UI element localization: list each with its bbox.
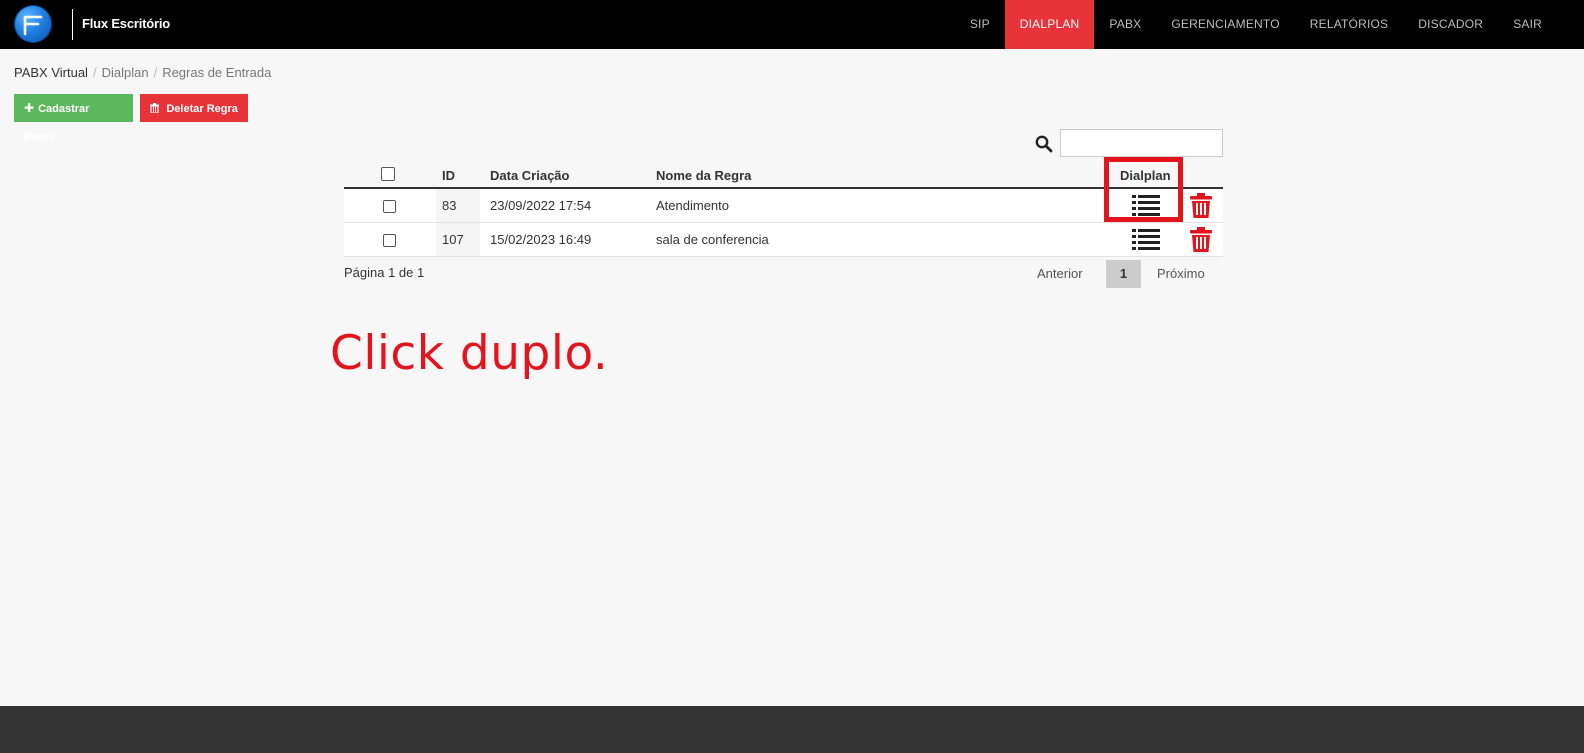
search-icon[interactable] <box>1035 135 1053 158</box>
search-input[interactable] <box>1060 129 1223 157</box>
main-nav: SIP DIALPLAN PABX GERENCIAMENTO RELATÓRI… <box>955 0 1584 49</box>
table-header: ID Data Criação Nome da Regra Dialplan <box>344 160 1223 189</box>
cell-id: 107 <box>442 232 464 247</box>
annotation-text: Click duplo. <box>330 326 609 381</box>
table-row[interactable]: 83 23/09/2022 17:54 Atendimento <box>344 189 1223 223</box>
page-footer <box>0 706 1584 753</box>
app-brand[interactable]: Flux Escritório <box>82 16 170 31</box>
breadcrumb-separator: / <box>153 65 158 80</box>
top-navbar: Flux Escritório SIP DIALPLAN PABX GERENC… <box>0 0 1584 49</box>
cell-id: 83 <box>442 198 457 213</box>
delete-row-trash-icon[interactable] <box>1190 227 1212 257</box>
select-all-checkbox[interactable] <box>381 167 395 181</box>
breadcrumb-item-pabx-virtual[interactable]: PABX Virtual <box>14 65 88 80</box>
add-rule-button[interactable]: ✚ Cadastrar Regra <box>14 94 133 143</box>
cell-name: Atendimento <box>656 198 729 213</box>
breadcrumb-item-dialplan[interactable]: Dialplan <box>102 65 149 80</box>
flux-logo-icon[interactable] <box>14 5 52 43</box>
nav-item-gerenciamento[interactable]: GERENCIAMENTO <box>1156 0 1294 49</box>
trash-icon <box>150 101 162 115</box>
rules-table: ID Data Criação Nome da Regra Dialplan 8… <box>344 160 1223 257</box>
breadcrumb-item-regras-de-entrada: Regras de Entrada <box>162 65 272 80</box>
dialplan-highlight-box <box>1104 157 1183 222</box>
column-header-name[interactable]: Nome da Regra <box>656 168 751 183</box>
delete-row-trash-icon[interactable] <box>1190 193 1212 223</box>
nav-item-discador[interactable]: DISCADOR <box>1403 0 1498 49</box>
dialplan-list-icon[interactable] <box>1132 228 1160 255</box>
cell-date: 23/09/2022 17:54 <box>490 198 592 213</box>
pagination-previous-button[interactable]: Anterior <box>1037 266 1083 281</box>
row-checkbox[interactable] <box>383 234 396 247</box>
breadcrumb: PABX Virtual / Dialplan / Regras de Entrada <box>14 65 271 80</box>
breadcrumb-separator: / <box>92 65 97 80</box>
cell-name: sala de conferencia <box>656 232 769 247</box>
plus-icon: ✚ <box>24 101 35 115</box>
brand-divider <box>72 9 73 40</box>
table-row[interactable]: 107 15/02/2023 16:49 sala de conferencia <box>344 223 1223 257</box>
row-checkbox[interactable] <box>383 200 396 213</box>
pagination-next-button[interactable]: Próximo <box>1157 266 1205 281</box>
column-header-date[interactable]: Data Criação <box>490 168 569 183</box>
nav-item-pabx[interactable]: PABX <box>1094 0 1156 49</box>
nav-item-relatorios[interactable]: RELATÓRIOS <box>1295 0 1403 49</box>
nav-item-sip[interactable]: SIP <box>955 0 1005 49</box>
delete-rule-button[interactable]: Deletar Regra <box>140 94 248 122</box>
nav-item-dialplan[interactable]: DIALPLAN <box>1004 0 1095 49</box>
pagination-info: Página 1 de 1 <box>344 265 425 280</box>
column-header-id[interactable]: ID <box>442 168 455 183</box>
delete-rule-label: Deletar Regra <box>166 103 238 115</box>
pagination-current-page[interactable]: 1 <box>1106 260 1141 288</box>
cell-date: 15/02/2023 16:49 <box>490 232 592 247</box>
nav-item-sair[interactable]: SAIR <box>1498 0 1584 49</box>
